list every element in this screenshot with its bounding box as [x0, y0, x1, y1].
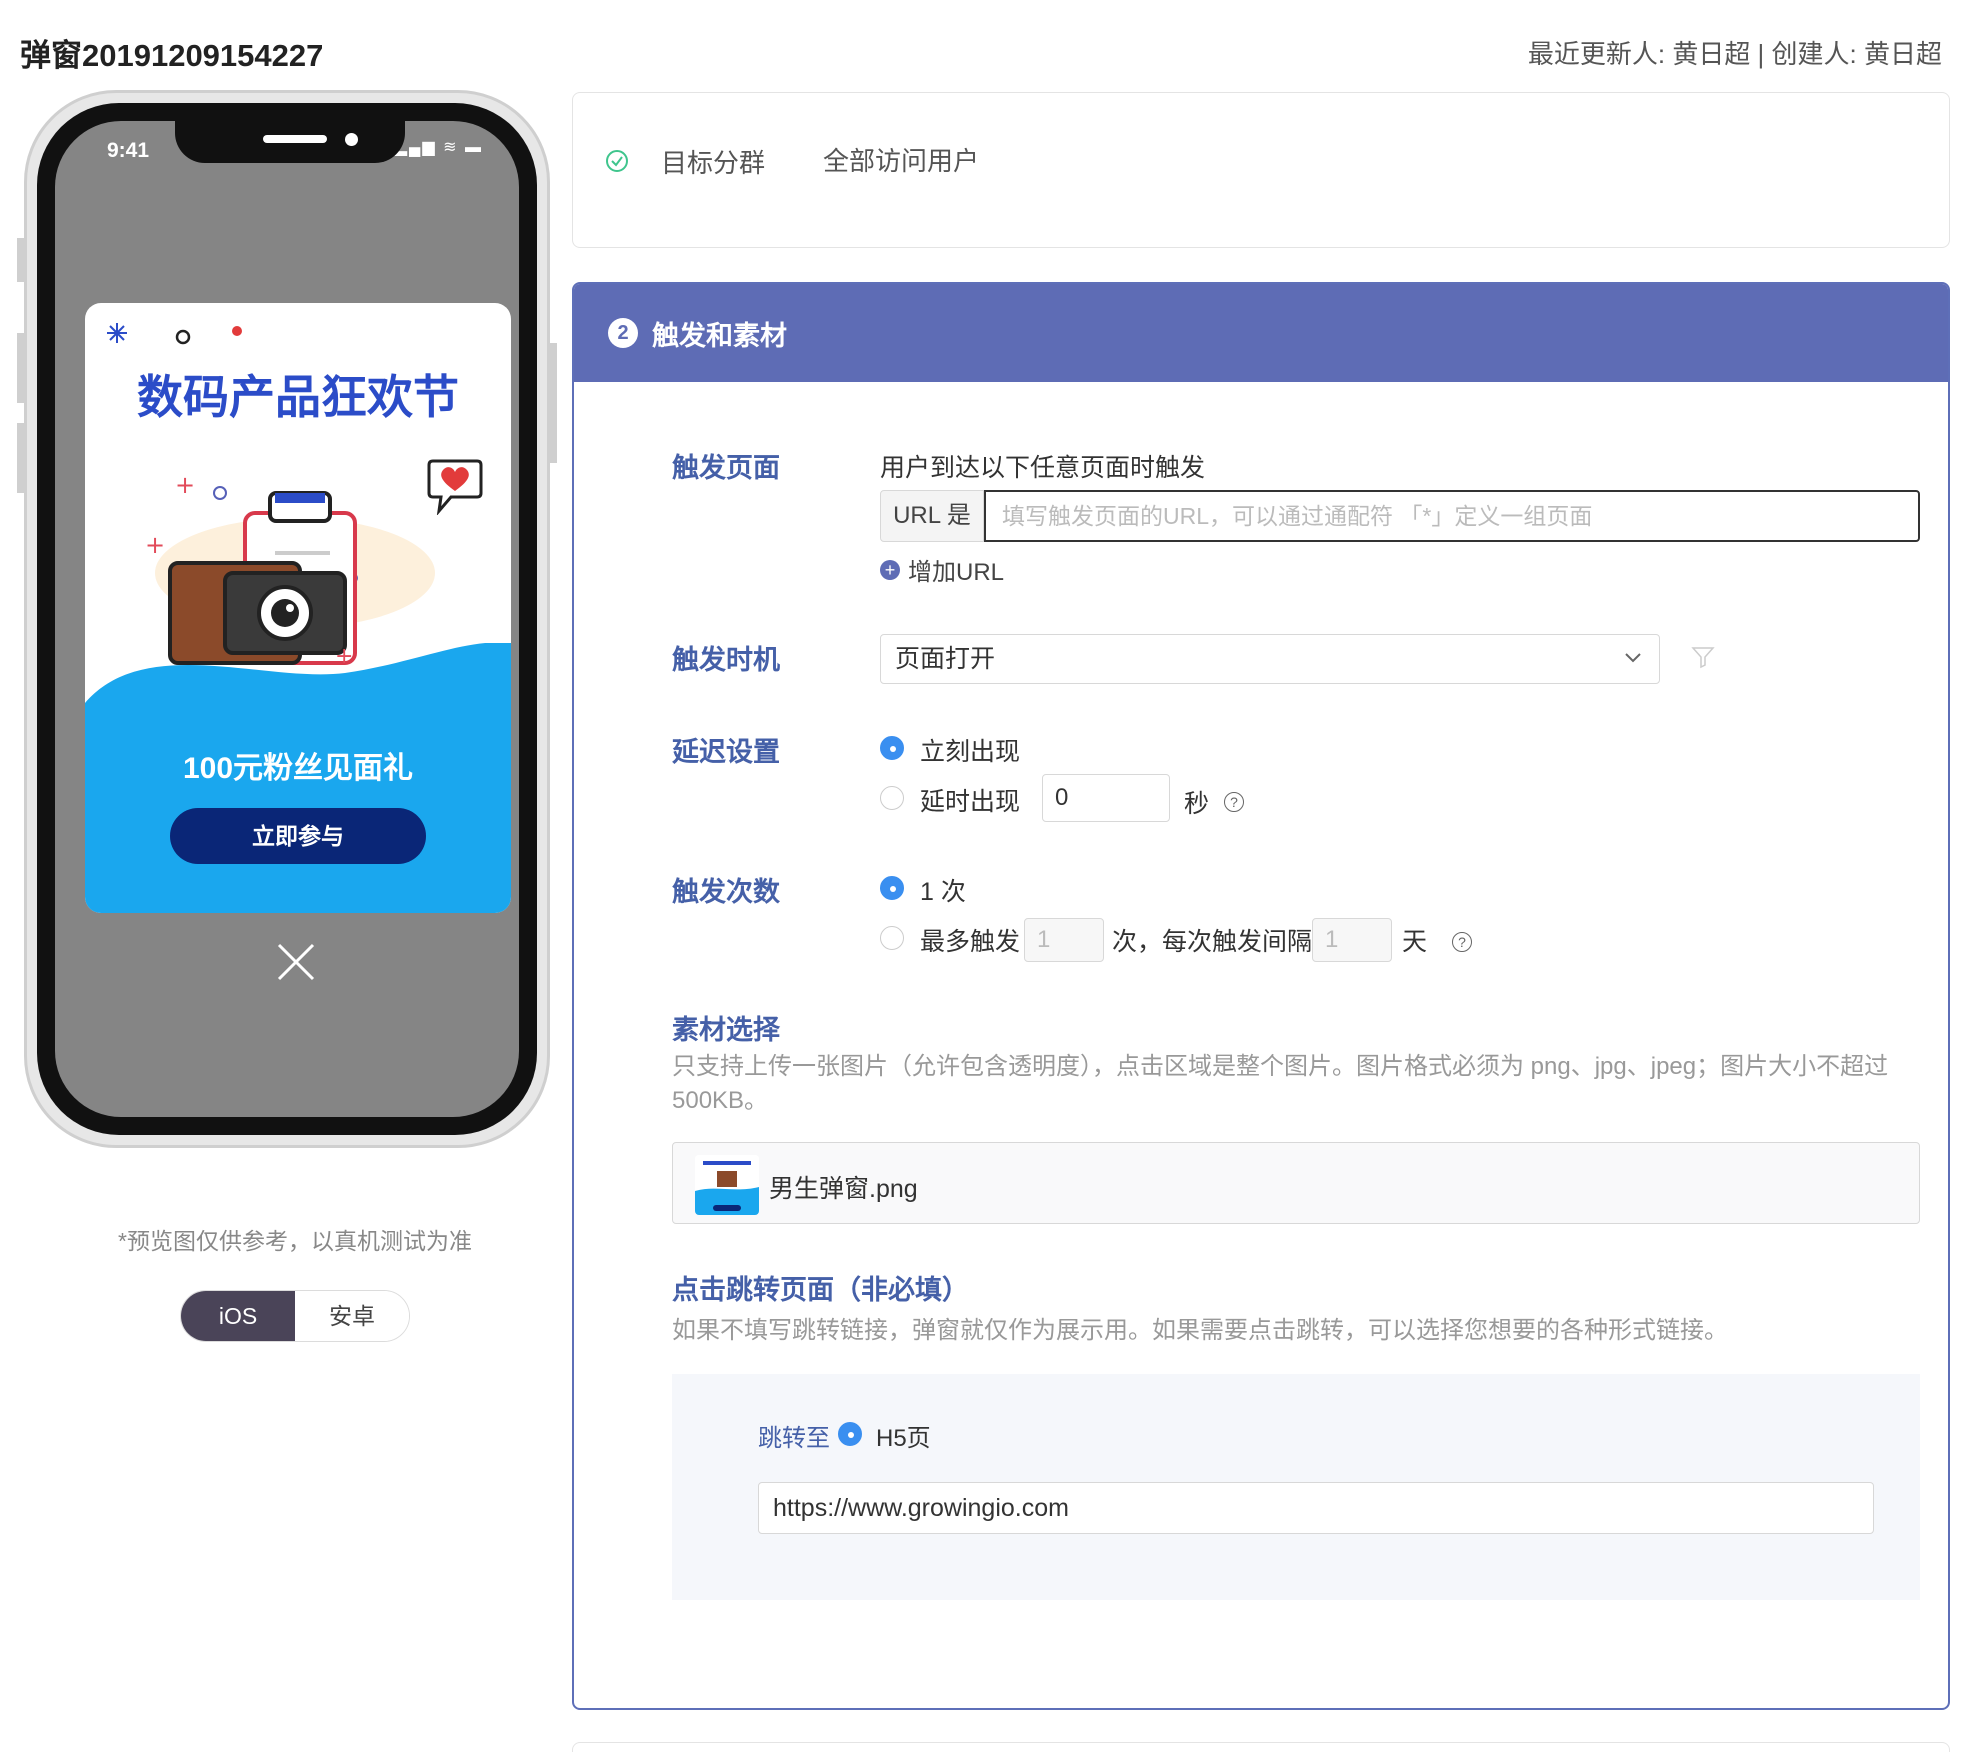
delay-unit: 秒 [1184, 790, 1210, 818]
file-name: 男生弹窗.png [769, 1175, 918, 1203]
svg-text:+: + [175, 471, 195, 499]
jump-url-input[interactable]: https://www.growingio.com [758, 1482, 1874, 1534]
jump-h5-radio[interactable] [838, 1422, 862, 1446]
svg-text:+: + [145, 531, 165, 559]
material-hint: 只支持上传一张图片（允许包含透明度），点击区域是整个图片。图片格式必须为 png… [672, 1053, 1889, 1114]
delay-label: 延迟设置 [672, 737, 780, 767]
help-icon[interactable]: ? [1452, 932, 1472, 952]
section-title: 触发和素材 [652, 320, 787, 351]
material-label: 素材选择 [672, 1015, 780, 1045]
trigger-url-input[interactable]: 填写触发页面的URL，可以通过通配符 「*」定义一组页面 [984, 490, 1920, 542]
phone-volume-down [17, 423, 25, 493]
phone-preview: 9:41 ▂▄▆ ≋ ▬ 数码产品狂欢节 + + + 100元粉丝见面礼 立即参… [17, 90, 557, 1148]
max-times-input[interactable]: 1 [1024, 918, 1104, 962]
platform-switch[interactable]: iOS 安卓 [180, 1290, 410, 1342]
popup-thumbnail-icon [695, 1155, 759, 1215]
trigger-page-label: 触发页面 [672, 453, 780, 483]
jump-label: 点击跳转页面（非必填） [672, 1275, 969, 1305]
phone-volume-up [17, 333, 25, 403]
status-time: 9:41 [107, 139, 150, 162]
preview-note: *预览图仅供参考，以真机测试为准 [118, 1228, 472, 1254]
interval-days-input[interactable]: 1 [1312, 918, 1392, 962]
url-prefix: URL 是 [880, 490, 984, 542]
trigger-page-desc: 用户到达以下任意页面时触发 [880, 454, 1206, 482]
step-number: 2 [608, 318, 638, 348]
add-url-label: 增加URL [908, 559, 1005, 586]
platform-ios-tab[interactable]: iOS [181, 1291, 295, 1341]
trigger-material-card: 2 触发和素材 触发页面 用户到达以下任意页面时触发 URL 是 填写触发页面的… [572, 282, 1950, 1710]
interval-unit: 天 [1402, 928, 1428, 956]
delay-seconds-input[interactable]: 0 [1042, 774, 1170, 822]
popup-preview[interactable]: 数码产品狂欢节 + + + 100元粉丝见面礼 立即参与 [85, 303, 511, 913]
target-segment-card[interactable]: 目标分群 全部访问用户 [572, 92, 1950, 248]
jump-type-label: H5页 [876, 1425, 931, 1452]
delay-timed-label: 延时出现 [920, 788, 1021, 816]
delay-timed-radio[interactable] [880, 786, 904, 810]
frequency-max-radio[interactable] [880, 926, 904, 950]
popup-title: 数码产品狂欢节 [137, 371, 459, 423]
url-input-group: URL 是 填写触发页面的URL，可以通过通配符 「*」定义一组页面 [880, 490, 1920, 542]
decor-sparkles-icon [107, 323, 242, 345]
target-value: 全部访问用户 [823, 146, 980, 176]
delay-now-radio[interactable] [880, 736, 904, 760]
camera-dot-icon [345, 133, 358, 146]
frequency-label: 触发次数 [672, 877, 780, 907]
page-title: 弹窗20191209154227 [20, 38, 324, 73]
trigger-timing-label: 触发时机 [672, 645, 780, 675]
status-icons: ▂▄▆ ≋ ▬ [394, 139, 483, 156]
phone-notch [175, 121, 405, 163]
trigger-timing-value: 页面打开 [895, 645, 996, 673]
filter-icon[interactable] [1690, 644, 1716, 670]
trigger-timing-select[interactable]: 页面打开 [880, 634, 1660, 684]
plus-icon: + [880, 559, 900, 580]
chevron-down-icon [1625, 653, 1641, 663]
jump-config: 跳转至 H5页 https://www.growingio.com [672, 1374, 1920, 1600]
add-url-button[interactable]: + 增加URL [880, 552, 1004, 587]
jump-to-label: 跳转至 [758, 1425, 830, 1452]
check-circle-icon [606, 150, 628, 172]
delay-now-label: 立刻出现 [920, 738, 1021, 766]
target-label: 目标分群 [661, 148, 766, 178]
popup-join-button[interactable]: 立即参与 [170, 808, 426, 864]
interval-label: 次，每次触发间隔 [1112, 928, 1313, 956]
phone-bezel: 9:41 ▂▄▆ ≋ ▬ 数码产品狂欢节 + + + 100元粉丝见面礼 立即参… [37, 103, 537, 1135]
jump-hint: 如果不填写跳转链接，弹窗就仅作为展示用。如果需要点击跳转，可以选择您想要的各种形… [672, 1317, 1728, 1344]
heart-chat-bubble-icon [427, 459, 483, 515]
help-icon[interactable]: ? [1224, 792, 1244, 812]
close-icon[interactable] [275, 941, 317, 983]
editor-meta: 最近更新人: 黄日超 | 创建人: 黄日超 [1527, 39, 1942, 69]
file-thumbnail [695, 1155, 759, 1215]
section-header[interactable]: 2 触发和素材 [574, 284, 1948, 382]
phone-screen: 9:41 ▂▄▆ ≋ ▬ 数码产品狂欢节 + + + 100元粉丝见面礼 立即参… [55, 121, 519, 1117]
material-file-upload[interactable]: 男生弹窗.png [672, 1142, 1920, 1224]
popup-subtitle: 100元粉丝见面礼 [182, 752, 414, 785]
next-section-card [572, 1742, 1950, 1752]
frequency-once-radio[interactable] [880, 876, 904, 900]
frequency-once-label: 1 次 [920, 878, 966, 906]
speaker-icon [263, 135, 327, 143]
platform-android-tab[interactable]: 安卓 [295, 1291, 409, 1341]
frequency-max-label: 最多触发 [920, 928, 1021, 956]
